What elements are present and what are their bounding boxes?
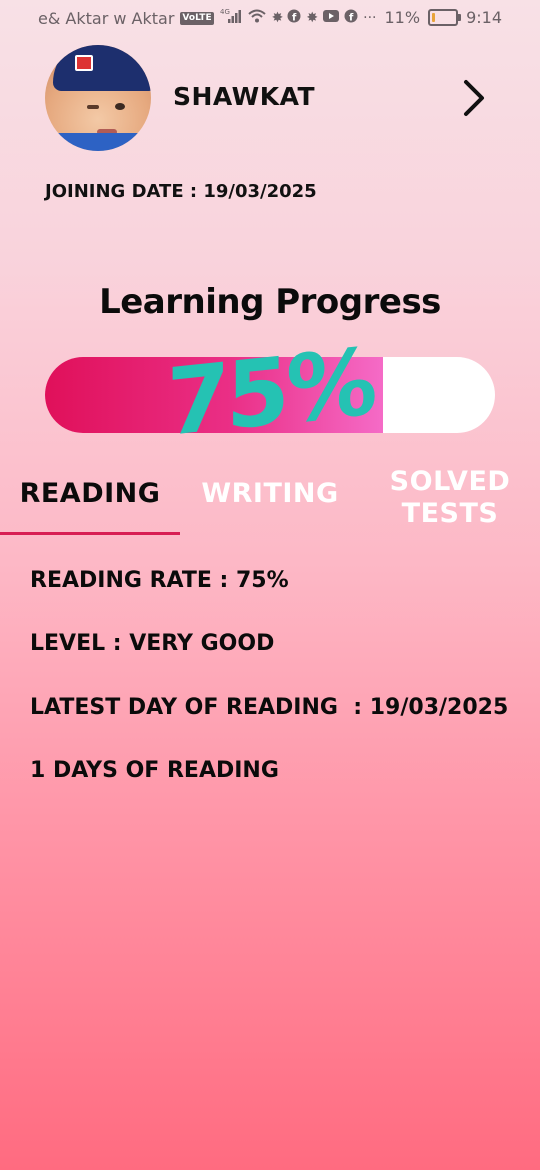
status-right: f ✸ f ··· 11% 9:14 <box>287 8 502 27</box>
tab-indicator <box>0 532 180 535</box>
facebook-icon: f <box>287 9 301 27</box>
svg-text:f: f <box>349 12 354 23</box>
reading-days-count: 1 DAYS OF READING <box>30 758 279 783</box>
youtube-icon <box>323 9 340 26</box>
reading-rate: READING RATE : 75% <box>30 568 289 593</box>
chevron-right-icon[interactable] <box>458 78 490 118</box>
tab-writing[interactable]: WRITING <box>180 478 360 509</box>
tab-solved-tests-line: SOLVED <box>389 466 511 497</box>
svg-text:f: f <box>292 12 297 23</box>
more-icon: ··· <box>363 9 377 26</box>
profile-name: SHAWKAT <box>173 82 316 111</box>
carrier-name: e& Aktar w Aktar <box>38 8 175 28</box>
network-type-label: 4G <box>220 8 230 16</box>
tab-solved-tests-line: TESTS <box>401 498 499 529</box>
reading-level: LEVEL : VERY GOOD <box>30 631 275 656</box>
app-notification-icons: f ✸ f ··· <box>287 9 377 27</box>
tab-solved-tests[interactable]: SOLVED TESTS <box>360 466 540 530</box>
battery-level-fill <box>432 13 436 22</box>
signal-icon: 4G <box>220 8 242 28</box>
status-bar: e& Aktar w Aktar VoLTE 4G ✸ f ✸ f ··· 11… <box>0 0 540 38</box>
notification-icon: ✸ <box>306 9 319 26</box>
facebook-icon: f <box>344 9 358 27</box>
status-left: e& Aktar w Aktar VoLTE 4G ✸ <box>38 8 283 28</box>
avatar-cap <box>53 45 151 91</box>
progress-title: Learning Progress <box>99 282 441 322</box>
joining-date: JOINING DATE : 19/03/2025 <box>45 181 317 202</box>
battery-icon <box>428 9 462 26</box>
notification-icon: ✸ <box>271 10 284 26</box>
tab-reading[interactable]: READING <box>0 478 180 509</box>
clock: 9:14 <box>466 8 502 27</box>
wifi-icon <box>247 9 266 27</box>
progress-percent: 75% <box>166 327 374 458</box>
battery-percent: 11% <box>384 8 421 27</box>
volte-icon: VoLTE <box>180 11 214 25</box>
latest-reading-day: LATEST DAY OF READING : 19/03/2025 <box>30 695 509 720</box>
avatar[interactable] <box>45 45 151 151</box>
